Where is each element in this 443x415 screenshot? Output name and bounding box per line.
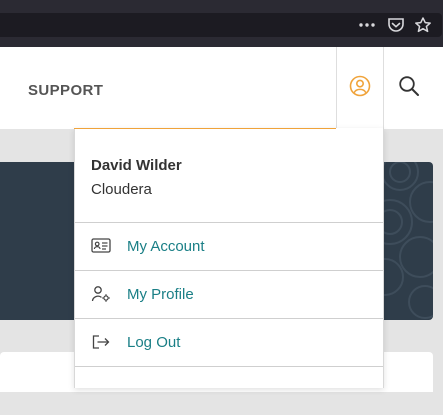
user-circle-icon xyxy=(349,75,371,102)
menu-item-my-profile[interactable]: My Profile xyxy=(75,270,383,319)
menu-item-label: My Account xyxy=(127,238,205,255)
site-header: SUPPORT xyxy=(0,47,443,129)
pocket-icon[interactable] xyxy=(387,17,405,33)
menu-item-label: Log Out xyxy=(127,334,181,351)
user-info: David Wilder Cloudera xyxy=(91,157,182,199)
bookmark-star-icon[interactable] xyxy=(414,17,432,33)
search-icon xyxy=(398,75,420,102)
user-menu-button[interactable] xyxy=(337,47,383,129)
dropdown-accent-line xyxy=(74,128,336,129)
menu-item-my-account[interactable]: My Account xyxy=(75,222,383,271)
dropdown-bottom-divider xyxy=(75,366,383,415)
logout-icon xyxy=(91,333,111,351)
menu-item-log-out[interactable]: Log Out xyxy=(75,318,383,367)
user-settings-icon xyxy=(91,285,111,303)
more-icon[interactable] xyxy=(358,17,376,33)
search-button[interactable] xyxy=(384,47,434,129)
user-dropdown: David Wilder Cloudera My Account My Prof… xyxy=(74,128,384,388)
user-name: David Wilder xyxy=(91,157,182,174)
nav-support-link[interactable]: SUPPORT xyxy=(28,82,103,99)
id-card-icon xyxy=(91,237,111,255)
user-organization: Cloudera xyxy=(91,181,152,198)
browser-toolbar xyxy=(0,0,443,47)
menu-item-label: My Profile xyxy=(127,286,194,303)
